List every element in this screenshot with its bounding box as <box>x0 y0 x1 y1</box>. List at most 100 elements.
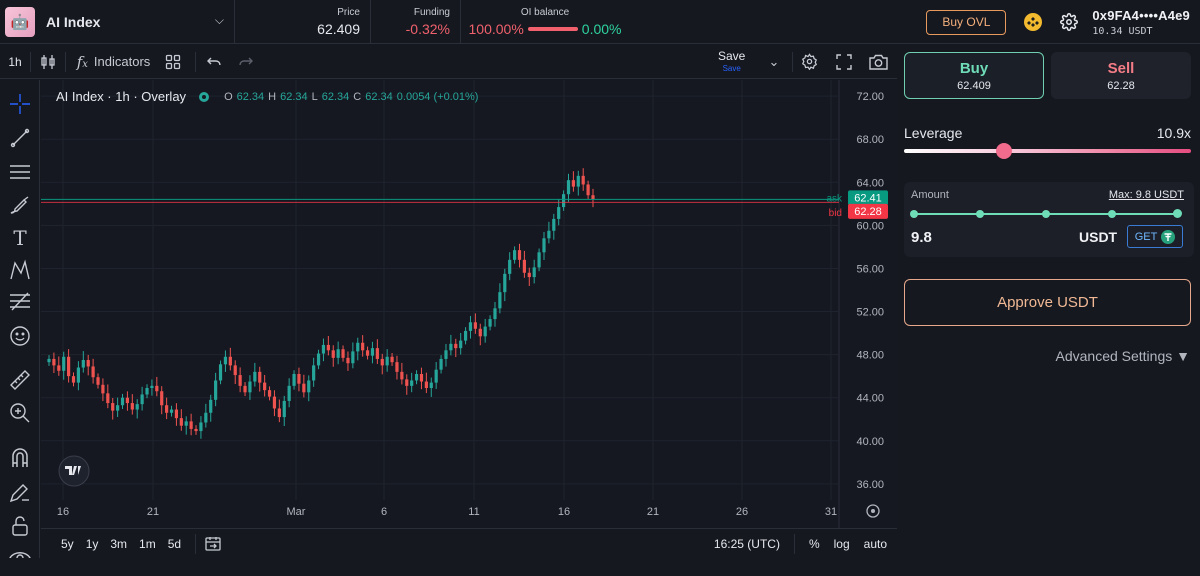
fib-retracement-icon[interactable] <box>8 290 32 314</box>
candle-body <box>591 195 595 200</box>
price-chart[interactable]: 72.00 68.00 64.00 60.00 56.00 52.00 48.00 44.00… <box>41 80 897 528</box>
low-label: L <box>311 90 318 103</box>
pattern-tool-icon[interactable] <box>8 258 32 282</box>
leverage-slider-handle[interactable] <box>996 143 1013 159</box>
candle-style-icon[interactable] <box>31 45 65 79</box>
clock-time[interactable]: 16:25 (UTC) <box>714 537 780 551</box>
camera-icon[interactable] <box>866 45 890 79</box>
y-tick-label: 36.00 <box>856 479 884 491</box>
candle-body <box>537 252 541 268</box>
sell-button[interactable]: Sell 62.28 <box>1051 52 1191 99</box>
range-5d-button[interactable]: 5d <box>168 537 181 551</box>
range-5y-button[interactable]: 5y <box>61 537 74 551</box>
toolbar-divider <box>792 52 793 72</box>
candle-body <box>365 350 370 356</box>
amount-slider-step[interactable] <box>976 210 984 218</box>
buy-ovl-button[interactable]: Buy OVL <box>926 9 1007 35</box>
horizontal-lines-icon[interactable] <box>8 160 32 184</box>
leverage-slider-track[interactable] <box>904 149 1191 153</box>
candle-body <box>52 358 56 366</box>
zoom-in-icon[interactable] <box>8 401 32 425</box>
y-tick-label: 52.00 <box>856 307 884 319</box>
crosshair-icon[interactable] <box>8 92 32 116</box>
amount-slider-step[interactable] <box>1108 210 1116 218</box>
price-stat: Price 62.409 <box>235 0 371 43</box>
text-tool-icon[interactable]: T <box>8 226 32 250</box>
x-tick-label: 21 <box>147 506 159 518</box>
candle-body <box>125 397 130 404</box>
layouts-grid-icon[interactable] <box>161 45 185 79</box>
candle-body <box>552 218 556 231</box>
wallet-info[interactable]: 0x9FA4••••A4e9 10.34 USDT <box>1092 8 1190 37</box>
date-range-calendar-icon[interactable] <box>204 536 222 552</box>
redo-icon[interactable] <box>232 45 260 79</box>
candle-body <box>189 421 193 429</box>
save-label: Save <box>718 49 746 63</box>
indicators-button[interactable]: fx Indicators <box>66 45 161 79</box>
amount-slider-step[interactable] <box>1042 210 1050 218</box>
amount-input[interactable]: 9.8 <box>911 229 932 246</box>
legend-eye-icon[interactable] <box>198 91 210 103</box>
max-amount-link[interactable]: Max: 9.8 USDT <box>1109 189 1184 201</box>
amount-slider-step[interactable] <box>910 210 918 218</box>
save-sub-label: Save <box>722 64 741 73</box>
get-usdt-button[interactable]: GET <box>1127 225 1183 248</box>
axis-settings-icon-center <box>871 509 875 513</box>
candle-body <box>508 259 512 274</box>
candle-body <box>463 330 468 341</box>
candle-body <box>571 180 575 187</box>
timeframe-button[interactable]: 1h <box>0 55 30 69</box>
candle-body <box>179 418 183 426</box>
y-tick-label: 44.00 <box>856 393 884 405</box>
chart-title: AI Index · 1h · Overlay <box>56 89 187 104</box>
trend-line-icon[interactable] <box>8 126 32 150</box>
chart-canvas[interactable]: 72.00 68.00 64.00 60.00 56.00 52.00 48.00 44.00… <box>41 80 897 528</box>
candle-body <box>410 380 414 386</box>
candle-body <box>169 409 174 413</box>
bnb-chain-icon[interactable] <box>1024 13 1043 31</box>
save-dropdown-chevron-icon[interactable]: ⌄ <box>766 45 782 79</box>
save-button[interactable]: Save Save <box>718 49 745 73</box>
buy-button[interactable]: Buy 62.409 <box>904 52 1044 99</box>
market-selector[interactable]: 🤖 AI Index ⌵ <box>0 0 235 43</box>
percent-scale-button[interactable]: % <box>809 537 820 551</box>
candle-body <box>517 250 522 260</box>
undo-icon[interactable] <box>196 45 232 79</box>
advanced-settings-toggle[interactable]: Advanced Settings ▼ <box>1056 348 1191 364</box>
candle-body <box>81 360 85 368</box>
emoji-icon[interactable] <box>8 324 32 348</box>
buy-price: 62.409 <box>957 79 991 92</box>
oi-left-value: 100.00% <box>468 20 524 37</box>
pencil-lock-icon[interactable] <box>8 480 32 504</box>
candle-body <box>155 385 159 392</box>
candle-body <box>267 390 272 397</box>
range-1y-button[interactable]: 1y <box>86 537 99 551</box>
approve-usdt-button[interactable]: Approve USDT <box>904 279 1191 326</box>
amount-slider-handle[interactable] <box>1173 209 1182 218</box>
range-3m-button[interactable]: 3m <box>110 537 127 551</box>
candle-body <box>248 381 252 393</box>
settings-gear-icon[interactable] <box>1060 13 1079 31</box>
chart-settings-gear-icon[interactable] <box>798 45 820 79</box>
candle-body <box>547 230 551 239</box>
candle-body <box>512 250 517 260</box>
market-logo-icon: 🤖 <box>5 6 35 37</box>
candle-body <box>336 349 340 358</box>
brush-icon[interactable] <box>8 193 32 217</box>
ruler-icon[interactable] <box>8 368 32 392</box>
amount-box: Amount Max: 9.8 USDT 9.8 USDT GET <box>904 182 1194 257</box>
candle-body <box>557 207 561 219</box>
amount-label: Amount <box>911 189 949 201</box>
log-scale-button[interactable]: log <box>834 537 850 551</box>
low-value: 62.34 <box>321 90 350 103</box>
magnet-icon[interactable] <box>8 446 32 470</box>
candle-body <box>400 371 404 380</box>
app-root: 🤖 AI Index ⌵ Price 62.409 Funding -0.32%… <box>0 0 1200 576</box>
candle-body <box>439 358 443 370</box>
fullscreen-icon[interactable] <box>833 45 855 79</box>
auto-scale-button[interactable]: auto <box>864 537 887 551</box>
range-1m-button[interactable]: 1m <box>139 537 156 551</box>
candle-body <box>370 348 375 356</box>
sell-label: Sell <box>1107 59 1135 77</box>
lock-icon[interactable] <box>8 514 32 538</box>
